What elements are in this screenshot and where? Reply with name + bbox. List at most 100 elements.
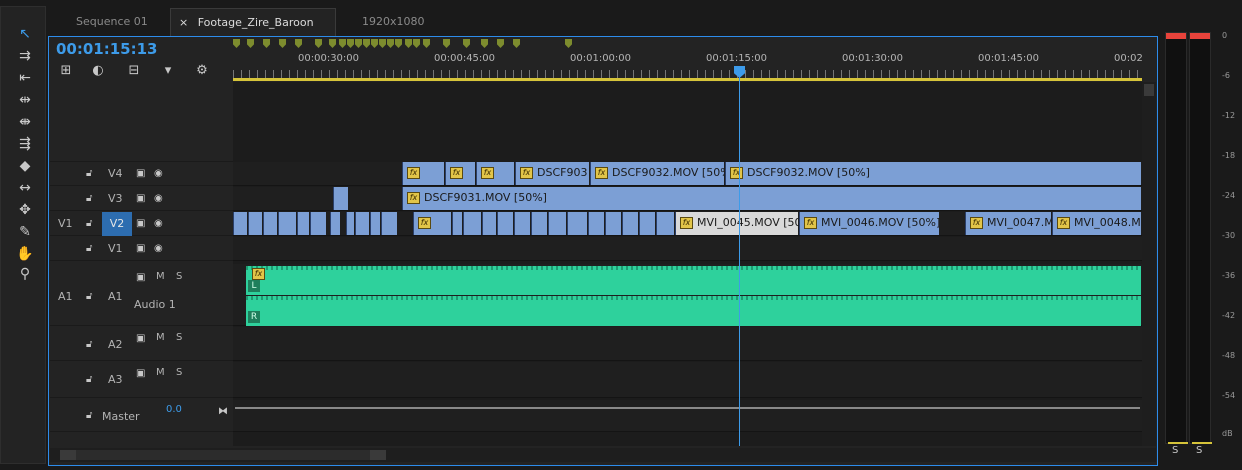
audio-clip-right-channel[interactable]: R <box>246 296 1141 326</box>
clip-v2[interactable] <box>567 212 587 235</box>
sync-lock-icon[interactable]: ▣ <box>136 243 145 254</box>
track-lane-master[interactable] <box>233 400 1142 432</box>
horizontal-scrollbar[interactable] <box>50 448 1156 462</box>
zoom-handle-left[interactable] <box>60 450 76 460</box>
marker-icon[interactable] <box>387 39 394 48</box>
work-area-bar[interactable] <box>233 78 1142 81</box>
lock-icon[interactable]: 🔓︎ <box>86 193 92 204</box>
clip-v2[interactable] <box>514 212 530 235</box>
lock-icon[interactable]: 🔓︎ <box>86 410 92 421</box>
zoom-tool-icon[interactable]: ✋ <box>15 245 35 263</box>
clip-v2[interactable] <box>346 212 354 235</box>
track-name[interactable]: Audio 1 <box>134 298 176 311</box>
lock-icon[interactable]: 🔓︎ <box>86 243 92 254</box>
mute-button[interactable]: M <box>156 271 165 282</box>
lock-icon[interactable]: 🔓︎ <box>86 291 92 302</box>
sync-lock-icon[interactable]: ▣ <box>136 368 145 379</box>
mute-button[interactable]: M <box>156 367 165 378</box>
sync-lock-icon[interactable]: ▣ <box>136 272 145 283</box>
clip-v2[interactable] <box>248 212 262 235</box>
linked-selection-icon[interactable]: ⊟ <box>124 62 144 80</box>
marker-icon[interactable] <box>423 39 430 48</box>
solo-button[interactable]: S <box>176 332 182 343</box>
marker-icon[interactable] <box>413 39 420 48</box>
slide-tool-icon[interactable]: ↔ <box>15 179 35 197</box>
playhead-timecode[interactable]: 00:01:15:13 <box>56 40 158 58</box>
eye-icon[interactable]: ◉ <box>154 168 163 179</box>
clip-v2[interactable] <box>297 212 309 235</box>
marker-icon[interactable] <box>363 39 370 48</box>
clip-v4[interactable]: fx <box>476 162 514 185</box>
playhead-line[interactable] <box>739 66 740 446</box>
track-target-v2[interactable]: V2 <box>102 212 132 236</box>
clip-v2[interactable]: fx <box>413 212 451 235</box>
magnify-tool-icon[interactable]: ⚲ <box>15 265 35 283</box>
marker-icon[interactable] <box>247 39 254 48</box>
marker-icon[interactable] <box>233 39 240 48</box>
marker-icon[interactable] <box>329 39 336 48</box>
hand-tool-icon[interactable]: ✎ <box>15 223 35 241</box>
insert-sequence-icon[interactable]: ⊞ <box>56 62 76 80</box>
snap-icon[interactable]: ◐ <box>88 62 108 80</box>
zoom-handle-right[interactable] <box>370 450 386 460</box>
lock-icon[interactable]: 🔓︎ <box>86 218 92 229</box>
clip-v2[interactable] <box>310 212 326 235</box>
track-select-tool-icon[interactable]: ⇉ <box>15 47 35 65</box>
scroll-thumb[interactable] <box>1144 84 1154 96</box>
timeline-settings-icon[interactable]: ⚙ <box>192 62 212 80</box>
clip-v2[interactable] <box>381 212 397 235</box>
clip-dscf903[interactable]: fx DSCF903 <box>515 162 589 185</box>
clip-v4[interactable]: fx <box>402 162 444 185</box>
clip-dscf9031[interactable]: fx DSCF9031.MOV [50%] <box>402 187 1141 210</box>
marker-icon[interactable] <box>279 39 286 48</box>
razor-tool-icon[interactable]: ⇶ <box>15 135 35 153</box>
clip-mvi-0047[interactable]: fx MVI_0047.M <box>965 212 1051 235</box>
rate-stretch-tool-icon[interactable]: ⇼ <box>15 113 35 131</box>
eye-icon[interactable]: ◉ <box>154 193 163 204</box>
clip-v2[interactable] <box>639 212 655 235</box>
clip-mvi-0046[interactable]: fx MVI_0046.MOV [50%] <box>799 212 939 235</box>
eye-icon[interactable]: ◉ <box>154 243 163 254</box>
clip-v2[interactable] <box>548 212 566 235</box>
marker-icon[interactable] <box>371 39 378 48</box>
marker-icon[interactable] <box>565 39 572 48</box>
clip-v2[interactable] <box>497 212 513 235</box>
clip-mvi-0048[interactable]: fx MVI_0048.M <box>1052 212 1141 235</box>
marker-icon[interactable] <box>315 39 322 48</box>
clip-v2[interactable] <box>233 212 247 235</box>
marker-icon[interactable] <box>295 39 302 48</box>
sync-lock-icon[interactable]: ▣ <box>136 168 145 179</box>
source-patch-v1[interactable]: V1 <box>58 217 73 230</box>
solo-right-button[interactable]: S <box>1196 445 1202 456</box>
clip-v2[interactable] <box>463 212 481 235</box>
track-lane-a2[interactable] <box>233 327 1142 361</box>
clip-dscf9032[interactable]: fx DSCF9032.MOV [50% <box>590 162 724 185</box>
marker-icon[interactable] <box>443 39 450 48</box>
lock-icon[interactable]: 🔓︎ <box>86 168 92 179</box>
marker-icon[interactable] <box>395 39 402 48</box>
marker-icon[interactable] <box>263 39 270 48</box>
master-volume-value[interactable]: 0.0 <box>166 404 182 415</box>
master-volume-line[interactable] <box>235 407 1140 409</box>
vertical-scrollbar[interactable] <box>1142 82 1156 446</box>
eye-icon[interactable]: ◉ <box>154 218 163 229</box>
clip-mvi-0045[interactable]: fx MVI_0045.MOV [50 <box>675 212 798 235</box>
marker-icon[interactable] <box>481 39 488 48</box>
solo-button[interactable]: S <box>176 367 182 378</box>
track-lane-v1[interactable] <box>233 237 1142 261</box>
clip-v2[interactable] <box>278 212 296 235</box>
rolling-edit-tool-icon[interactable]: ⇹ <box>15 91 35 109</box>
marker-icon[interactable] <box>379 39 386 48</box>
marker-icon[interactable] <box>513 39 520 48</box>
clip-v2[interactable] <box>656 212 674 235</box>
marker-icon[interactable] <box>355 39 362 48</box>
source-patch-a1[interactable]: A1 <box>58 290 73 303</box>
track-lane-a3[interactable] <box>233 362 1142 398</box>
tab-1920x1080[interactable]: 1920x1080 <box>354 8 433 36</box>
pen-tool-icon[interactable]: ✥ <box>15 201 35 219</box>
clip-v2[interactable] <box>263 212 277 235</box>
tab-sequence-01[interactable]: Sequence 01 <box>68 8 156 36</box>
clip-v2[interactable] <box>482 212 496 235</box>
sync-lock-icon[interactable]: ▣ <box>136 218 145 229</box>
clip-v2[interactable] <box>370 212 380 235</box>
